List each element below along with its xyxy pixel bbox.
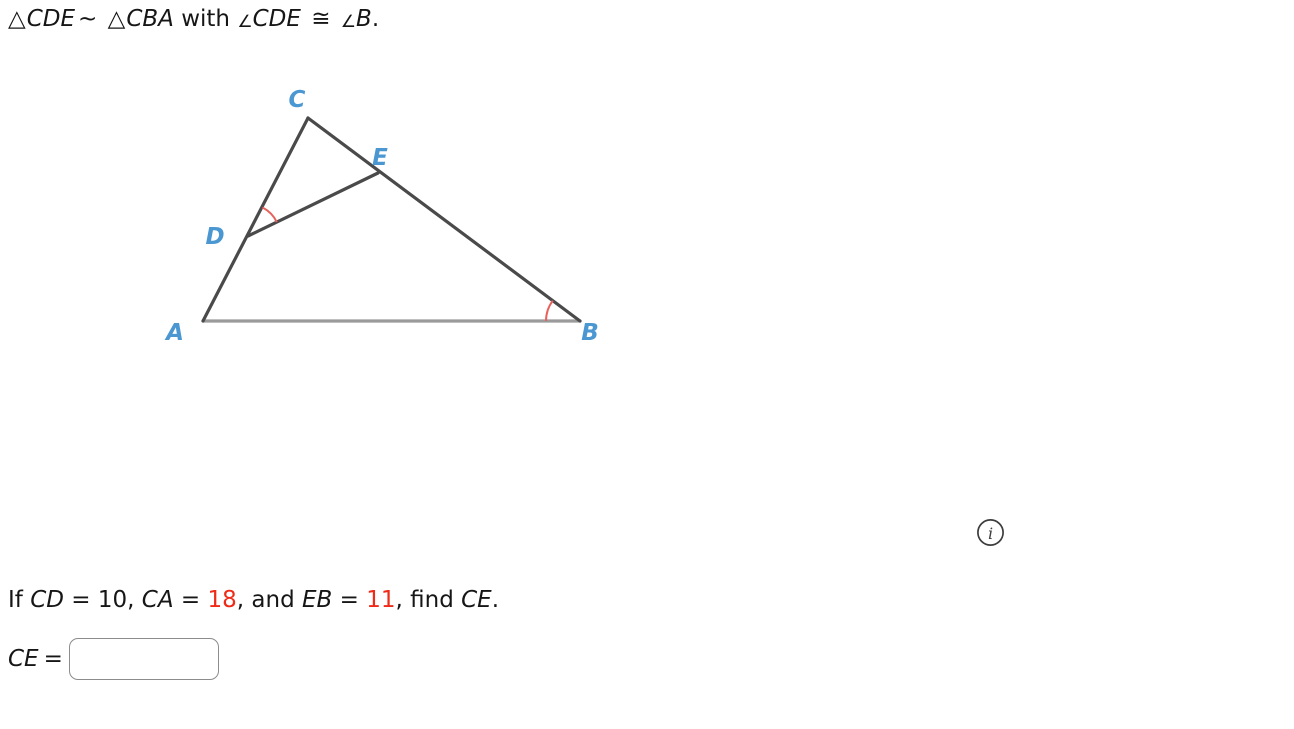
vertex-label-e: E bbox=[372, 145, 388, 171]
info-icon-glyph: i bbox=[977, 519, 1004, 546]
geometry-figure: A B C D E bbox=[0, 60, 680, 370]
angle-1-name: CDE bbox=[252, 6, 301, 32]
vertex-label-b: B bbox=[581, 320, 599, 346]
equals-2: = bbox=[180, 587, 201, 613]
equals-3: = bbox=[339, 587, 359, 613]
info-icon[interactable]: i bbox=[976, 518, 1005, 547]
angle-symbol-2: ∠ bbox=[340, 12, 357, 32]
angle-arcs-group bbox=[262, 206, 554, 322]
if-word: If bbox=[8, 587, 23, 613]
triangle-1-name: CDE bbox=[26, 6, 76, 32]
with-word: with bbox=[181, 6, 230, 32]
vertex-label-a: A bbox=[164, 320, 184, 346]
answer-equals: = bbox=[43, 646, 63, 672]
segment-AC bbox=[201, 116, 310, 323]
angle-2-name: B bbox=[356, 6, 372, 32]
answer-input[interactable] bbox=[68, 638, 219, 680]
triangle-symbol-2: △ bbox=[107, 6, 126, 32]
triangle-diagram: A B C D E bbox=[164, 87, 599, 346]
angle-arc-B bbox=[545, 300, 554, 322]
comma-2: , bbox=[236, 587, 245, 613]
given-values-line: If CD = 10, CA = 18, and EB = 11, find C… bbox=[8, 584, 499, 616]
comma-1: , bbox=[127, 587, 135, 613]
segment-ca-value: 18 bbox=[207, 587, 237, 613]
equals-1: = bbox=[71, 587, 91, 613]
angle-symbol-1: ∠ bbox=[237, 12, 253, 32]
segment-cd-label: CD bbox=[30, 587, 64, 613]
segment-CB bbox=[306, 116, 582, 323]
vertex-labels-group: A B C D E bbox=[164, 87, 599, 346]
answer-row: CE = bbox=[8, 637, 219, 681]
segment-eb-value: 11 bbox=[366, 587, 396, 613]
problem-statement: △CDE ~ △CBA with ∠CDE ≅ ∠B. bbox=[8, 2, 379, 38]
find-target-label: CE bbox=[461, 587, 492, 613]
segment-DE bbox=[246, 171, 380, 238]
answer-label: CE bbox=[8, 646, 39, 672]
comma-3: , bbox=[395, 587, 403, 613]
vertex-label-d: D bbox=[205, 224, 224, 250]
vertex-label-c: C bbox=[289, 87, 306, 113]
and-word: and bbox=[251, 587, 295, 613]
segment-ca-label: CA bbox=[141, 587, 174, 613]
segment-eb-label: EB bbox=[302, 587, 333, 613]
find-word: find bbox=[410, 587, 454, 613]
info-icon-letter: i bbox=[988, 524, 993, 543]
triangle-2-name: CBA bbox=[126, 6, 174, 32]
segments-group bbox=[201, 116, 582, 323]
statement-period: . bbox=[371, 6, 380, 32]
triangle-symbol-1: △ bbox=[8, 6, 26, 32]
given-period: . bbox=[491, 587, 500, 613]
similar-symbol: ~ bbox=[78, 6, 98, 32]
segment-cd-value: 10 bbox=[97, 587, 128, 613]
angle-arc-CDE bbox=[262, 206, 278, 223]
congruent-symbol: ≅ bbox=[311, 6, 331, 32]
